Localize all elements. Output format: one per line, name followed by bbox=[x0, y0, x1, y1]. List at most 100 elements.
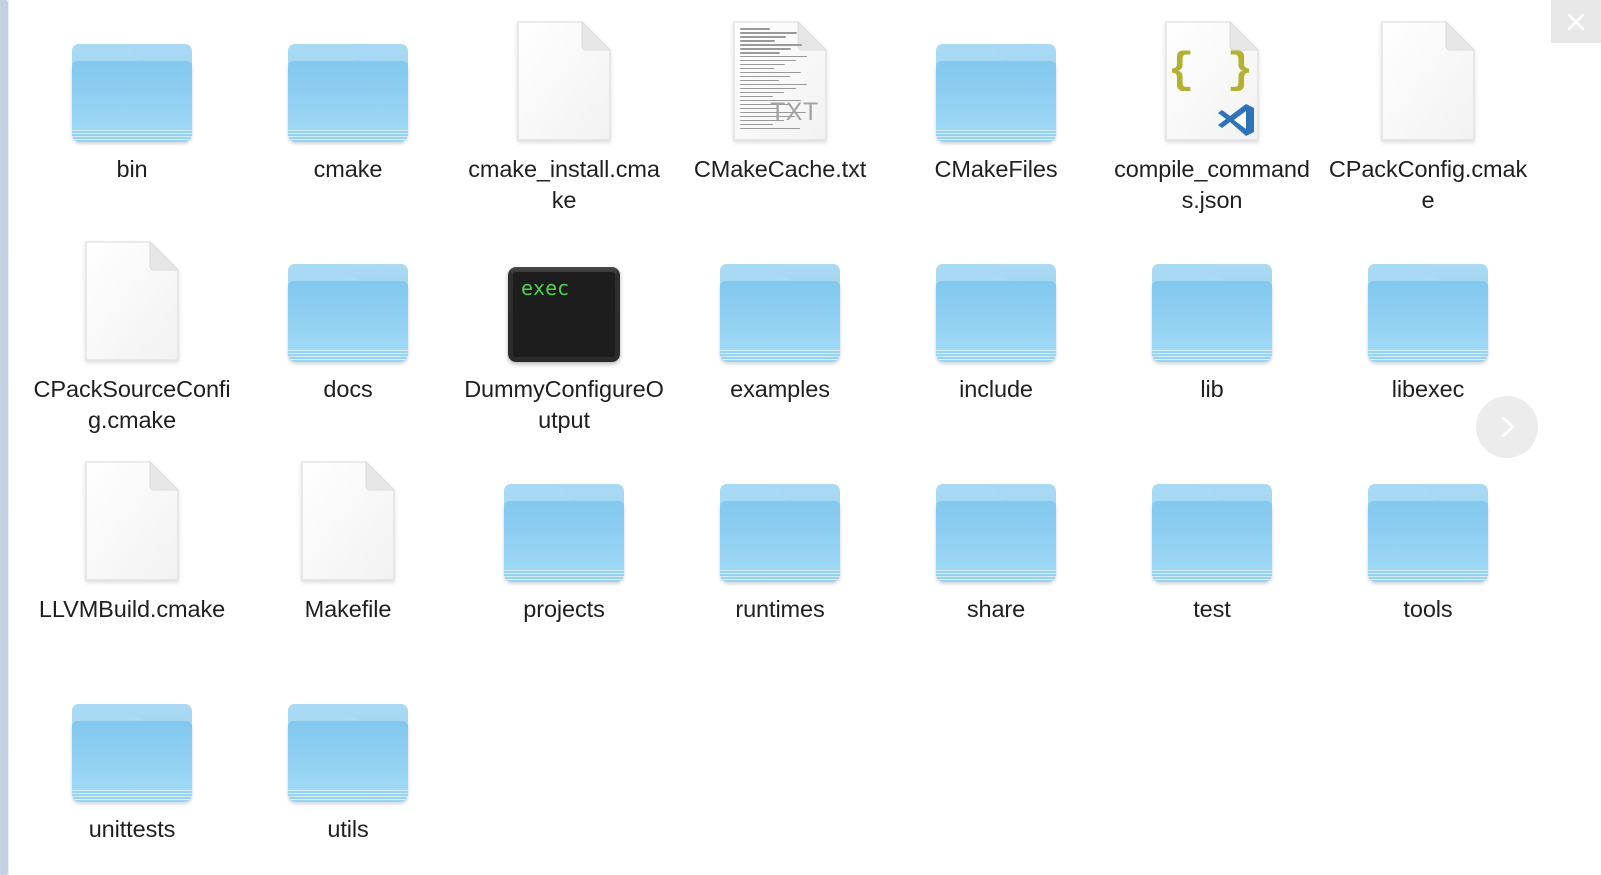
file-icon bbox=[66, 450, 198, 582]
file-label: runtimes bbox=[735, 596, 825, 622]
document-icon bbox=[84, 240, 180, 362]
file-icon bbox=[282, 10, 414, 142]
file-icon bbox=[1146, 230, 1278, 362]
document-icon bbox=[84, 460, 180, 582]
file-item-CPackConfig.cmake[interactable]: CPackConfig.cmake bbox=[1320, 10, 1536, 216]
json-braces: { } bbox=[1167, 46, 1257, 96]
folder-icon bbox=[288, 264, 408, 362]
folder-icon bbox=[72, 44, 192, 142]
file-item-CPackSourceConfig.cmake[interactable]: CPackSourceConfig.cmake bbox=[24, 230, 240, 436]
file-icon bbox=[66, 230, 198, 362]
next-page-button[interactable] bbox=[1476, 396, 1538, 458]
file-item-lib[interactable]: lib bbox=[1104, 230, 1320, 405]
document-icon bbox=[516, 20, 612, 142]
folder-icon bbox=[720, 264, 840, 362]
document-icon: TXT bbox=[732, 20, 828, 142]
file-label: utils bbox=[327, 816, 369, 842]
file-item-unittests[interactable]: unittests bbox=[24, 670, 240, 845]
file-label: CPackSourceConfig.cmake bbox=[33, 376, 231, 433]
scrollbar-thumb[interactable] bbox=[1, 0, 8, 875]
chevron-right-icon bbox=[1501, 416, 1515, 438]
file-label: Makefile bbox=[304, 596, 392, 622]
folder-icon bbox=[1152, 484, 1272, 582]
file-item-Makefile[interactable]: Makefile bbox=[240, 450, 456, 625]
terminal-text: exec bbox=[521, 276, 570, 300]
file-item-cmake[interactable]: cmake bbox=[240, 10, 456, 185]
file-item-tools[interactable]: tools bbox=[1320, 450, 1536, 625]
file-label: cmake bbox=[313, 156, 383, 182]
document-icon bbox=[300, 460, 396, 582]
file-item-cmake_install.cmake[interactable]: cmake_install.cmake bbox=[456, 10, 672, 216]
file-icon bbox=[1362, 230, 1494, 362]
txt-badge: TXT bbox=[770, 98, 819, 126]
file-label: tools bbox=[1403, 596, 1453, 622]
file-item-LLVMBuild.cmake[interactable]: LLVMBuild.cmake bbox=[24, 450, 240, 625]
folder-icon bbox=[936, 44, 1056, 142]
file-icon bbox=[498, 450, 630, 582]
document-icon: { } bbox=[1164, 20, 1260, 142]
file-icon bbox=[282, 230, 414, 362]
file-item-CMakeCache.txt[interactable]: TXT CMakeCache.txt bbox=[672, 10, 888, 185]
close-icon bbox=[1567, 13, 1585, 30]
file-icon: exec bbox=[498, 230, 630, 362]
file-item-CMakeFiles[interactable]: CMakeFiles bbox=[888, 10, 1104, 185]
file-item-docs[interactable]: docs bbox=[240, 230, 456, 405]
file-label: LLVMBuild.cmake bbox=[38, 596, 226, 622]
file-icon: TXT bbox=[714, 10, 846, 142]
file-label: compile_commands.json bbox=[1114, 156, 1310, 213]
file-icon bbox=[930, 10, 1062, 142]
folder-icon bbox=[288, 44, 408, 142]
file-item-utils[interactable]: utils bbox=[240, 670, 456, 845]
file-icon bbox=[1362, 10, 1494, 142]
terminal-icon: exec bbox=[508, 267, 620, 362]
file-label: examples bbox=[730, 376, 830, 402]
file-item-test[interactable]: test bbox=[1104, 450, 1320, 625]
file-item-projects[interactable]: projects bbox=[456, 450, 672, 625]
folder-icon bbox=[1368, 264, 1488, 362]
document-icon bbox=[1380, 20, 1476, 142]
vertical-scrollbar[interactable] bbox=[0, 0, 9, 875]
folder-icon bbox=[1152, 264, 1272, 362]
file-icon bbox=[1146, 450, 1278, 582]
close-button[interactable] bbox=[1551, 0, 1601, 43]
file-icon: { } bbox=[1146, 10, 1278, 142]
file-item-runtimes[interactable]: runtimes bbox=[672, 450, 888, 625]
file-label: CPackConfig.cmake bbox=[1328, 156, 1528, 213]
file-icon bbox=[66, 670, 198, 802]
folder-icon bbox=[1368, 484, 1488, 582]
folder-icon bbox=[936, 484, 1056, 582]
file-label: share bbox=[966, 596, 1026, 622]
file-icon bbox=[498, 10, 630, 142]
file-icon bbox=[282, 670, 414, 802]
file-browser-window: bin cmake cmake_install.cmake TXT CMakeCache… bbox=[0, 0, 1601, 875]
file-item-libexec[interactable]: libexec bbox=[1320, 230, 1536, 405]
file-item-bin[interactable]: bin bbox=[24, 10, 240, 185]
vscode-badge-icon bbox=[1212, 96, 1258, 142]
file-grid: bin cmake cmake_install.cmake TXT CMakeCache… bbox=[9, 0, 1601, 875]
folder-icon bbox=[72, 704, 192, 802]
file-icon bbox=[930, 230, 1062, 362]
file-item-DummyConfigureOutput[interactable]: exec DummyConfigureOutput bbox=[456, 230, 672, 436]
file-item-include[interactable]: include bbox=[888, 230, 1104, 405]
file-label: lib bbox=[1200, 376, 1224, 402]
folder-icon bbox=[936, 264, 1056, 362]
file-label: test bbox=[1193, 596, 1231, 622]
file-label: docs bbox=[323, 376, 373, 402]
file-icon bbox=[930, 450, 1062, 582]
file-item-compile_commands.json[interactable]: { } compile_commands.json bbox=[1104, 10, 1320, 216]
file-icon bbox=[1362, 450, 1494, 582]
file-item-examples[interactable]: examples bbox=[672, 230, 888, 405]
file-label: cmake_install.cmake bbox=[468, 156, 660, 213]
file-label: bin bbox=[116, 156, 148, 182]
file-label: projects bbox=[523, 596, 605, 622]
file-label: unittests bbox=[88, 816, 176, 842]
folder-icon bbox=[720, 484, 840, 582]
folder-icon bbox=[288, 704, 408, 802]
folder-icon bbox=[504, 484, 624, 582]
file-label: CMakeCache.txt bbox=[693, 156, 867, 182]
file-item-share[interactable]: share bbox=[888, 450, 1104, 625]
file-icon bbox=[714, 450, 846, 582]
file-icon bbox=[282, 450, 414, 582]
file-icon bbox=[714, 230, 846, 362]
file-icon bbox=[66, 10, 198, 142]
